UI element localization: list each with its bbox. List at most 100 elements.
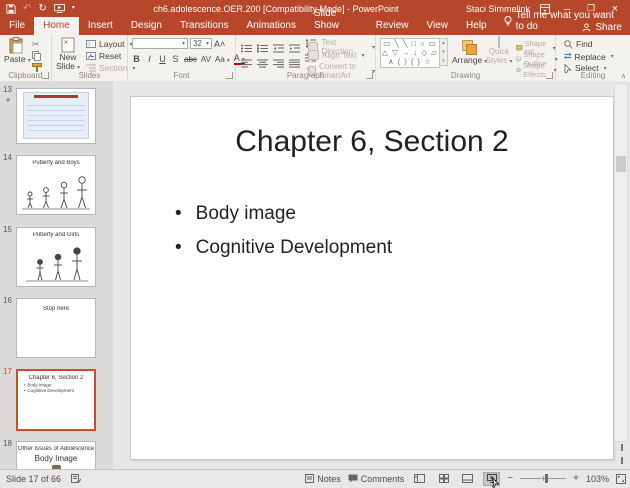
justify-icon[interactable] bbox=[289, 59, 300, 68]
align-center-icon[interactable] bbox=[257, 59, 268, 68]
font-dialog-launcher[interactable] bbox=[226, 72, 233, 79]
font-name-combo[interactable] bbox=[132, 38, 188, 49]
bold-button[interactable]: B bbox=[132, 54, 141, 64]
tab-animations[interactable]: Animations bbox=[238, 17, 305, 35]
thumb-number-13: 13 bbox=[3, 85, 12, 94]
tab-review[interactable]: Review bbox=[367, 17, 418, 35]
align-text-button[interactable]: Align Text bbox=[308, 50, 365, 60]
share-button[interactable]: Share bbox=[582, 22, 622, 33]
tab-slide-show[interactable]: Slide Show bbox=[305, 5, 367, 35]
bullets-icon[interactable] bbox=[241, 44, 252, 53]
decrease-indent-icon[interactable] bbox=[273, 44, 284, 53]
quick-access-toolbar: ↶ ↻ ▾ bbox=[0, 0, 86, 17]
italic-button[interactable]: I bbox=[145, 54, 154, 64]
zoom-in-button[interactable]: + bbox=[573, 473, 579, 484]
thumbnail-slide-18[interactable]: Other Issues of Adolescence Body Image bbox=[16, 441, 96, 470]
group-paragraph: Text Direction Align Text Convert to Sma… bbox=[236, 35, 376, 81]
shapes-gallery-scroll[interactable]: ▴ ▾ ≡ bbox=[439, 38, 448, 66]
reading-view-button[interactable] bbox=[459, 472, 476, 486]
grow-font-button[interactable]: A˄ bbox=[214, 39, 225, 49]
tab-insert[interactable]: Insert bbox=[79, 17, 122, 35]
replace-button[interactable]: ⇄ Replace bbox=[564, 51, 614, 62]
zoom-level[interactable]: 103% bbox=[586, 474, 609, 484]
slide-title[interactable]: Chapter 6, Section 2 bbox=[131, 125, 613, 159]
start-from-beginning-icon[interactable] bbox=[53, 4, 65, 13]
tab-file[interactable]: File bbox=[0, 17, 34, 35]
current-slide[interactable]: Chapter 6, Section 2 Body image Cognitiv… bbox=[130, 96, 614, 460]
zoom-slider-handle[interactable] bbox=[545, 474, 549, 483]
next-slide-button[interactable] bbox=[616, 457, 628, 469]
font-size-combo[interactable]: 32 bbox=[190, 38, 212, 49]
undo-icon[interactable]: ↶ bbox=[23, 0, 31, 17]
thumbnail-slide-16[interactable]: Stop here bbox=[16, 298, 96, 358]
fit-to-window-button[interactable] bbox=[616, 473, 626, 484]
drawing-dialog-launcher[interactable] bbox=[546, 72, 553, 79]
thumb-number-18: 18 bbox=[3, 439, 12, 448]
slide-thumbnail-panel: 13 ★ 14 Puberty and Boys 15 Puberty and … bbox=[0, 81, 113, 470]
person-icon bbox=[582, 23, 591, 32]
previous-slide-button[interactable] bbox=[616, 444, 628, 456]
thumb-number-17: 17 bbox=[3, 367, 12, 376]
save-icon[interactable] bbox=[6, 3, 16, 14]
paragraph-dialog-launcher[interactable] bbox=[366, 72, 373, 79]
shapes-gallery[interactable]: ▭ ╲ ╲ □ ○ ▭ △ ▽ → ↓ ◇ ▱ ∧ ( ) { } ☆ bbox=[380, 38, 440, 68]
tab-home[interactable]: Home bbox=[34, 17, 79, 35]
quick-styles-button[interactable]: Quick Styles bbox=[484, 36, 514, 67]
slide-show-view-button[interactable] bbox=[483, 471, 501, 488]
document-title: ch6.adolescence.OER.200 [Compatibility M… bbox=[153, 3, 399, 14]
normal-view-button[interactable] bbox=[411, 472, 428, 486]
thumb-number-15: 15 bbox=[3, 225, 12, 234]
underline-button[interactable]: U bbox=[158, 54, 167, 64]
slide-sorter-view-button[interactable] bbox=[435, 472, 452, 486]
tab-transitions[interactable]: Transitions bbox=[171, 17, 238, 35]
thumbnail-slide-13[interactable] bbox=[16, 88, 96, 144]
align-left-icon[interactable] bbox=[241, 59, 252, 68]
notes-button[interactable]: Notes bbox=[305, 474, 341, 484]
character-spacing-button[interactable]: AV bbox=[201, 55, 211, 64]
change-case-button[interactable]: Aa bbox=[215, 55, 230, 64]
layout-button[interactable]: Layout bbox=[86, 39, 133, 49]
thumb-number-16: 16 bbox=[3, 296, 12, 305]
slide-counter[interactable]: Slide 17 of 66 bbox=[6, 474, 61, 484]
tab-design[interactable]: Design bbox=[122, 17, 171, 35]
zoom-out-button[interactable]: − bbox=[507, 473, 513, 484]
thumb15-girls-figures bbox=[26, 247, 88, 282]
qat-customize-icon[interactable]: ▾ bbox=[72, 0, 75, 17]
clipboard-dialog-launcher[interactable] bbox=[42, 72, 49, 79]
align-right-icon[interactable] bbox=[273, 59, 284, 68]
numbering-icon[interactable] bbox=[257, 44, 268, 53]
ribbon: Paste ✂ Clipboard New Slide Layout Reset… bbox=[0, 35, 630, 82]
comments-button[interactable]: Comments bbox=[348, 474, 404, 484]
new-slide-button[interactable]: New Slide bbox=[54, 37, 82, 73]
copy-button[interactable] bbox=[32, 51, 41, 61]
reset-button[interactable]: Reset bbox=[86, 51, 121, 61]
animation-star-icon[interactable]: ★ bbox=[5, 96, 11, 104]
redo-icon[interactable]: ↻ bbox=[38, 0, 46, 17]
thumbnail-slide-17[interactable]: Chapter 6, Section 2 Body Image Cognitiv… bbox=[16, 369, 96, 431]
zoom-slider[interactable] bbox=[520, 474, 567, 483]
mouse-cursor bbox=[491, 476, 500, 488]
increase-indent-icon[interactable] bbox=[289, 44, 300, 53]
thumb-number-14: 14 bbox=[3, 153, 12, 162]
group-drawing: ▭ ╲ ╲ □ ○ ▭ △ ▽ → ↓ ◇ ▱ ∧ ( ) { } ☆ ▴ ▾ ≡ … bbox=[376, 35, 556, 81]
scrollbar-thumb[interactable] bbox=[616, 156, 626, 172]
group-slides: New Slide Layout Reset Section Slides bbox=[52, 35, 128, 81]
cut-button[interactable]: ✂ bbox=[32, 39, 40, 50]
group-clipboard: Paste ✂ Clipboard bbox=[0, 35, 52, 81]
paste-button[interactable]: Paste bbox=[4, 37, 28, 64]
proofing-icon[interactable] bbox=[71, 474, 82, 483]
slide-canvas: Chapter 6, Section 2 Body image Cognitiv… bbox=[113, 81, 630, 470]
tab-help[interactable]: Help bbox=[457, 17, 496, 35]
tab-view[interactable]: View bbox=[418, 17, 458, 35]
find-button[interactable]: Find bbox=[564, 39, 593, 49]
thumbnail-slide-14[interactable]: Puberty and Boys bbox=[16, 155, 96, 215]
arrange-button[interactable]: Arrange bbox=[452, 37, 484, 65]
slide-body[interactable]: Body image Cognitive Development bbox=[175, 203, 613, 259]
strikethrough-button[interactable]: abc bbox=[184, 55, 197, 64]
thumbnail-slide-15[interactable]: Puberty and Girls bbox=[16, 227, 96, 287]
collapse-ribbon-icon[interactable]: ∧ bbox=[621, 72, 626, 80]
vertical-scrollbar[interactable] bbox=[614, 83, 628, 442]
status-bar: Slide 17 of 66 Notes Comments − + 103% bbox=[0, 469, 630, 488]
text-shadow-button[interactable]: S bbox=[171, 54, 180, 64]
ribbon-tab-row: File Home Insert Design Transitions Anim… bbox=[0, 8, 630, 35]
